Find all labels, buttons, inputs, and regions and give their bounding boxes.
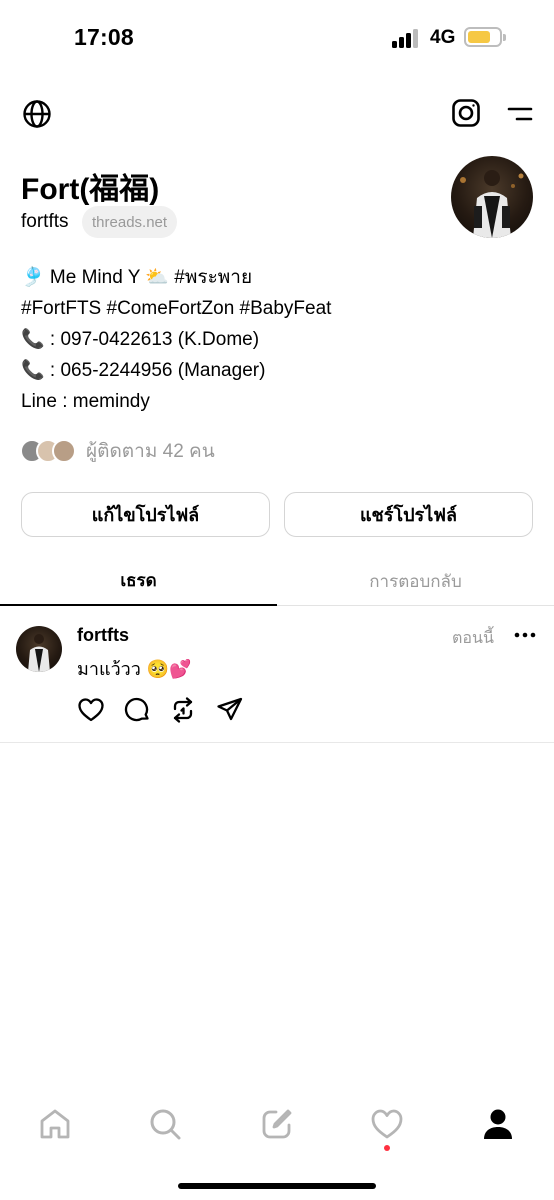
profile-tabs: เธรด การตอบกลับ	[0, 556, 554, 606]
status-time: 17:08	[74, 24, 134, 50]
thread-post[interactable]: fortfts ตอนนี้ มาแว้วว 🥺💕	[0, 606, 554, 743]
profile-icon[interactable]	[480, 1106, 516, 1142]
network-label: 4G	[430, 27, 456, 48]
bio-hashtags[interactable]: #FortFTS #ComeFortZon #BabyFeat	[21, 293, 521, 324]
tab-replies[interactable]: การตอบกลับ	[277, 556, 554, 606]
bio-phone-manager[interactable]: 📞 : 065-2244956 (Manager)	[21, 355, 521, 386]
bio-line-id: Line : memindy	[21, 391, 150, 412]
follower-avatar	[52, 439, 76, 463]
activity-heart-icon[interactable]	[369, 1106, 405, 1142]
profile-avatar[interactable]	[451, 156, 533, 238]
post-text: มาแว้วว 🥺💕	[77, 659, 192, 680]
post-timestamp: ตอนนี้	[452, 628, 494, 647]
tab-threads[interactable]: เธรด	[0, 556, 277, 606]
notification-dot	[384, 1145, 390, 1151]
profile-handle: fortfts	[21, 211, 69, 232]
repost-icon[interactable]	[169, 696, 197, 724]
menu-icon[interactable]	[504, 98, 536, 130]
home-indicator	[178, 1183, 376, 1189]
followers-row[interactable]: ผู้ติดตาม 42 คน	[20, 436, 215, 466]
instagram-icon[interactable]	[448, 95, 484, 131]
bio-line: 🎐 Me Mind Y ⛅️ #พระพาย	[21, 267, 253, 288]
signal-icon	[392, 28, 422, 48]
globe-icon[interactable]	[19, 96, 55, 132]
edit-profile-button[interactable]: แก้ไขโปรไฟล์	[21, 492, 270, 537]
domain-badge[interactable]: threads.net	[82, 206, 178, 238]
post-username[interactable]: fortfts	[77, 625, 129, 646]
share-icon[interactable]	[216, 696, 244, 724]
profile-bio: 🎐 Me Mind Y ⛅️ #พระพาย #FortFTS #ComeFor…	[21, 262, 521, 417]
more-options-icon[interactable]	[512, 624, 538, 646]
profile-name: Fort(福福)	[21, 173, 160, 206]
compose-icon[interactable]	[259, 1106, 295, 1142]
home-icon[interactable]	[37, 1106, 73, 1142]
comment-icon[interactable]	[123, 696, 151, 724]
bio-phone-kdome[interactable]: 📞 : 097-0422613 (K.Dome)	[21, 324, 521, 355]
search-icon[interactable]	[147, 1106, 183, 1142]
heart-icon[interactable]	[77, 696, 105, 724]
status-bar: 17:08 4G	[0, 0, 554, 76]
post-avatar[interactable]	[16, 626, 62, 672]
share-profile-button[interactable]: แชร์โปรไฟล์	[284, 492, 533, 537]
followers-count: ผู้ติดตาม 42 คน	[86, 441, 215, 462]
bottom-nav	[0, 1100, 554, 1150]
battery-icon	[464, 27, 506, 47]
